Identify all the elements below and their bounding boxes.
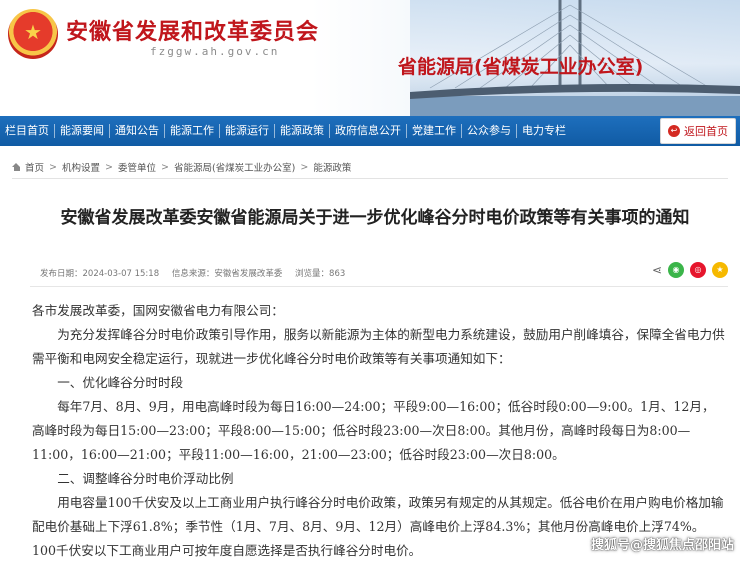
- national-emblem-icon: ★: [8, 9, 58, 59]
- weibo-icon[interactable]: ◎: [690, 262, 706, 278]
- divider: [30, 286, 728, 287]
- section-heading: 一、优化峰谷分时时段: [57, 375, 184, 390]
- salutation: 各市发展改革委，国网安徽省电力有限公司：: [32, 303, 284, 318]
- share-icon[interactable]: ⋖: [652, 263, 662, 277]
- return-home-label: 返回首页: [684, 125, 728, 138]
- nav-item-power-column[interactable]: 电力专栏: [517, 116, 571, 146]
- nav-item-gov-info[interactable]: 政府信息公开: [330, 116, 406, 146]
- return-icon: ↩: [668, 125, 680, 137]
- breadcrumb-item[interactable]: 首页: [25, 160, 44, 174]
- header-banner: ★ 安徽省发展和改革委员会 fzggw.ah.gov.cn 省能源局(省煤炭工业…: [0, 0, 740, 116]
- org-title: 安徽省发展和改革委员会: [66, 19, 320, 45]
- breadcrumb-item[interactable]: 能源政策: [313, 160, 351, 174]
- section-heading: 二、调整峰谷分时电价浮动比例: [57, 471, 234, 486]
- breadcrumb-separator: >: [49, 161, 57, 173]
- main-nav: 栏目首页 能源要闻 通知公告 能源工作 能源运行 能源政策 政府信息公开 党建工…: [0, 116, 740, 146]
- qzone-icon[interactable]: ★: [712, 262, 728, 278]
- publish-date: 发布日期：2024-03-07 15:18: [40, 269, 160, 279]
- article-body: 各市发展改革委，国网安徽省电力有限公司： 为充分发挥峰谷分时电价政策引导作用，服…: [32, 299, 726, 563]
- nav-item-energy-news[interactable]: 能源要闻: [55, 116, 109, 146]
- breadcrumb-separator: >: [160, 161, 169, 173]
- nav-item-energy-work[interactable]: 能源工作: [165, 116, 219, 146]
- body-paragraph: 为充分发挥峰谷分时电价政策引导作用，服务以新能源为主体的新型电力系统建设，鼓励用…: [32, 327, 725, 366]
- divider: [12, 178, 728, 179]
- breadcrumb-separator: >: [105, 161, 113, 173]
- return-home-button[interactable]: ↩ 返回首页: [660, 118, 736, 144]
- nav-item-home[interactable]: 栏目首页: [0, 116, 54, 146]
- nav-item-energy-policy[interactable]: 能源政策: [275, 116, 329, 146]
- home-icon: [12, 163, 21, 171]
- body-paragraph: 每年7月、8月、9月，用电高峰时段为每日16:00—24:00；平段9:00—1…: [32, 399, 715, 462]
- site-domain: fzggw.ah.gov.cn: [150, 45, 280, 58]
- breadcrumb-item[interactable]: 机构设置: [62, 160, 100, 174]
- nav-item-party-work[interactable]: 党建工作: [407, 116, 461, 146]
- article-title: 安徽省发展改革委安徽省能源局关于进一步优化峰谷分时电价政策等有关事项的通知: [60, 208, 690, 228]
- view-count: 浏览量：863: [295, 269, 346, 279]
- nav-item-energy-operation[interactable]: 能源运行: [220, 116, 274, 146]
- watermark: 搜狐号@搜狐焦点邵阳站: [590, 538, 734, 553]
- nav-item-public-participation[interactable]: 公众参与: [462, 116, 516, 146]
- share-bar: ⋖ ◉ ◎ ★: [652, 262, 728, 278]
- breadcrumb-separator: >: [300, 161, 309, 173]
- breadcrumb: 首页 > 机构设置 > 委管单位 > 省能源局(省煤炭工业办公室) > 能源政策: [12, 160, 351, 174]
- article-meta: 发布日期：2024-03-07 15:18 信息来源：安徽省发展改革委 浏览量：…: [40, 267, 355, 279]
- breadcrumb-item[interactable]: 省能源局(省煤炭工业办公室): [174, 160, 295, 174]
- info-source: 信息来源：安徽省发展改革委: [171, 269, 283, 279]
- breadcrumb-item[interactable]: 委管单位: [118, 160, 156, 174]
- wechat-icon[interactable]: ◉: [668, 262, 684, 278]
- nav-item-notices[interactable]: 通知公告: [110, 116, 164, 146]
- bureau-title: 省能源局(省煤炭工业办公室): [398, 56, 644, 78]
